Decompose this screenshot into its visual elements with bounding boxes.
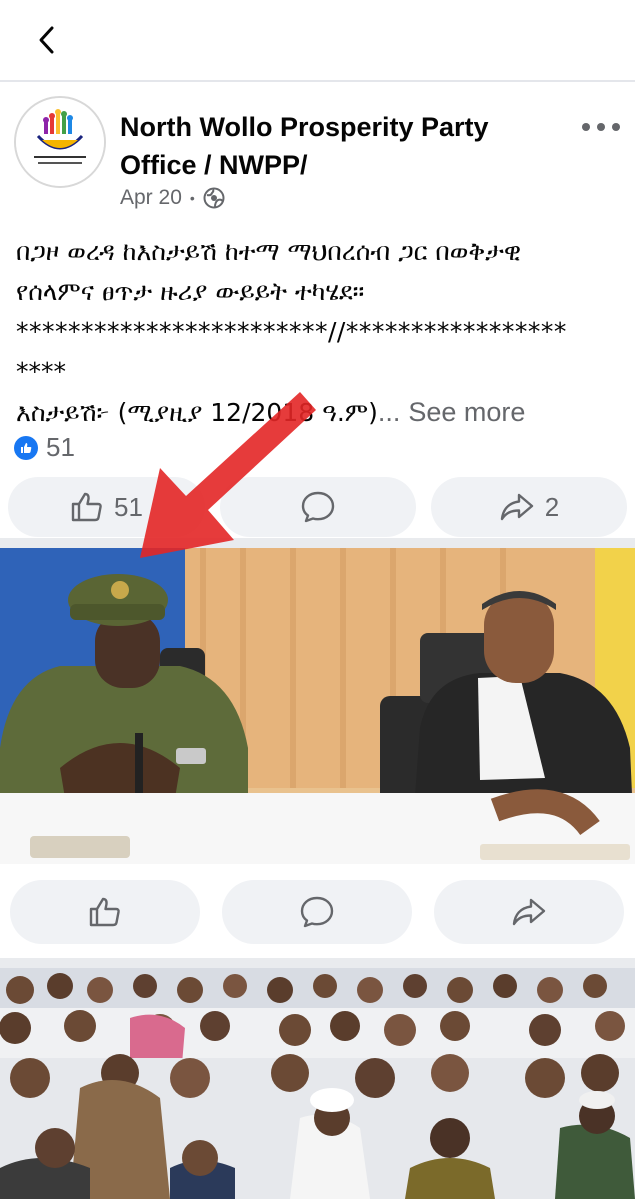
photo-comment-button[interactable] [222,880,412,944]
page-name[interactable]: North Wollo Prosperity Party Office / NW… [120,108,540,184]
reactions-summary[interactable]: 51 [14,432,75,463]
post-text-line: በጋዞ ወረዳ ከእስታይሽ ከተማ ማህበረሰብ ጋር በወቅታዊ [16,237,522,266]
page-name-line1: North Wollo Prosperity Party [120,112,489,142]
share-button[interactable]: 2 [431,477,627,537]
comment-icon [300,896,334,928]
thumbs-up-icon [71,492,102,522]
photo-share-button[interactable] [434,880,624,944]
post-date[interactable]: Apr 20 [120,186,182,210]
chevron-left-icon [39,26,54,54]
dot-icon [612,123,620,131]
top-bar [0,0,635,82]
party-logo-icon [16,98,104,186]
share-icon [500,493,533,521]
like-reaction-icon [14,435,38,460]
annotation-arrow-icon [140,392,316,558]
post-text-line: ************************//**************… [16,317,567,346]
more-options-button[interactable] [582,116,620,138]
post-photo[interactable] [0,968,635,1199]
see-more-link[interactable]: See more [408,397,525,427]
dot-icon [597,123,605,131]
meta-separator: • [189,190,195,206]
reaction-count: 51 [46,432,75,462]
dot-icon [582,123,590,131]
share-icon [512,898,546,926]
post-meta: Apr 20 • [120,186,225,210]
ellipsis: ... [377,397,401,427]
share-count: 2 [544,491,560,522]
globe-icon [203,187,225,209]
meeting-photo [0,548,635,864]
page-avatar[interactable] [14,96,106,188]
thumbs-up-icon [89,897,120,927]
back-button[interactable] [30,22,64,58]
post-photo[interactable] [0,548,635,864]
audience-photo [0,968,635,1199]
section-divider [0,958,635,968]
post-text-line: የሰላምና ፀጥታ ዙሪያ ውይይት ተካሄደ። [16,277,365,306]
page-name-line2: Office / NWPP/ [120,150,308,180]
photo-like-button[interactable] [10,880,200,944]
